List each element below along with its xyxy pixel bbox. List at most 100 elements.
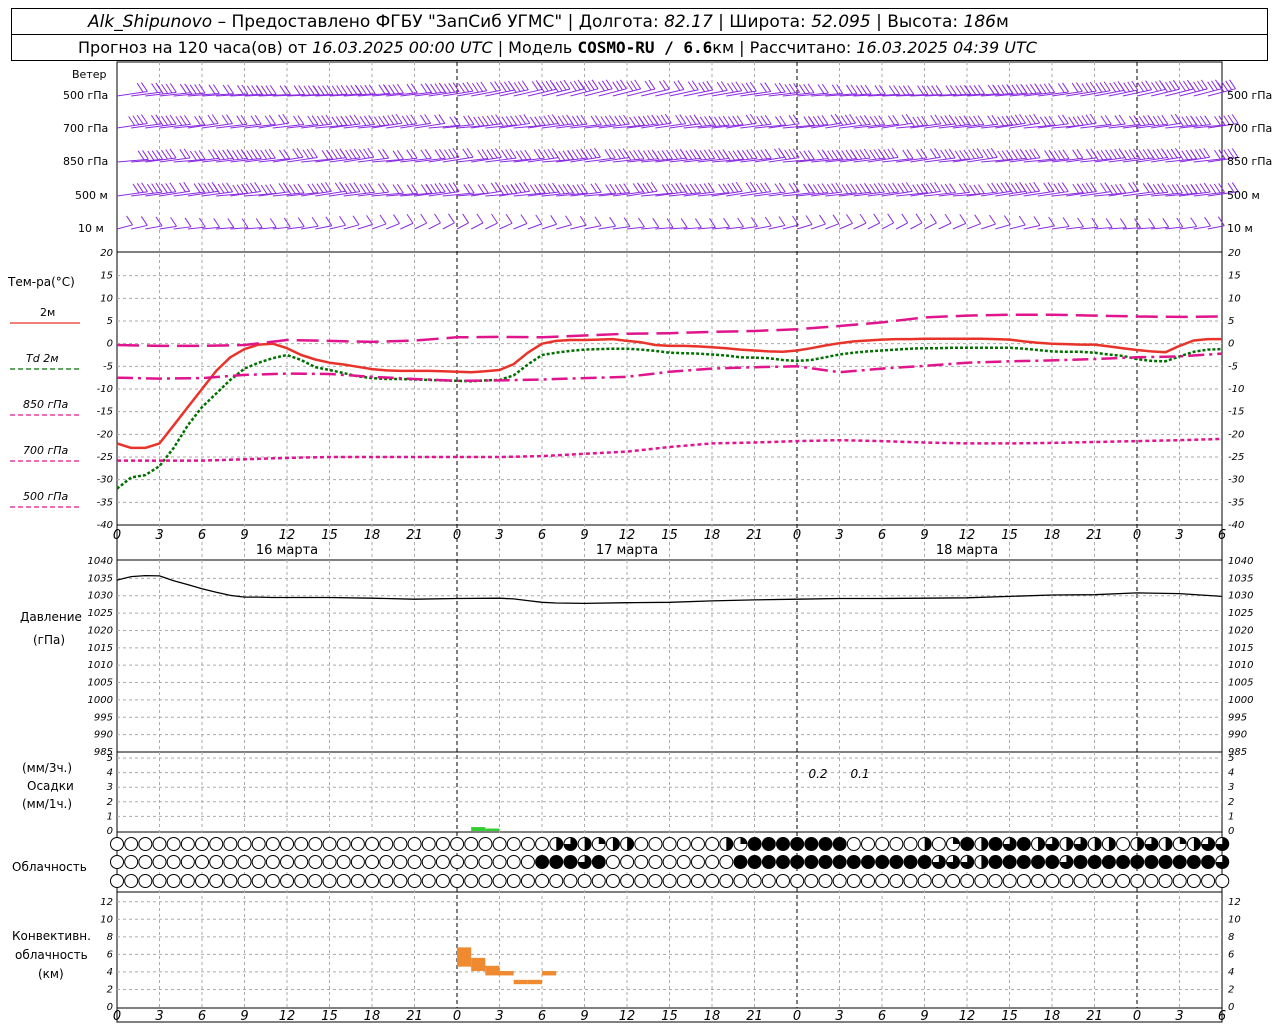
cloud-circle xyxy=(350,837,365,851)
barb-staff xyxy=(428,222,441,230)
cloud-fill xyxy=(592,855,606,869)
cloud-icon xyxy=(393,837,408,851)
cloud-icon xyxy=(747,855,762,869)
barb-feather xyxy=(873,213,881,224)
cloud-icon xyxy=(974,874,989,888)
wind-barb xyxy=(159,217,177,230)
cloud-fill xyxy=(804,837,818,851)
bottom-xtick: 15 xyxy=(321,1009,338,1024)
cloud-circle xyxy=(1073,874,1088,888)
wind-barb xyxy=(1151,148,1182,163)
cloud-icon xyxy=(563,874,578,888)
wind-label: Ветер xyxy=(72,68,107,81)
barb-staff xyxy=(938,222,952,230)
cloud-circle xyxy=(662,837,677,851)
temp-ytick-left: -30 xyxy=(97,475,113,486)
cloud-icon xyxy=(138,874,153,888)
barb-feather xyxy=(393,214,400,224)
cloud-icon xyxy=(209,874,224,888)
barb-feather xyxy=(1119,218,1127,228)
cloud-circle xyxy=(379,855,394,869)
wind-barb xyxy=(499,181,531,197)
cloud-circle xyxy=(308,855,323,869)
cloud-fill xyxy=(598,837,606,844)
cloud-icon xyxy=(180,837,195,851)
cloud-icon xyxy=(960,837,975,851)
cloud-circle xyxy=(889,874,904,888)
barb-feather xyxy=(535,214,543,225)
cloud-circle xyxy=(421,874,436,888)
cloud-icon xyxy=(308,837,323,851)
temp-xtick: 15 xyxy=(321,528,338,543)
barb-staff xyxy=(485,222,498,230)
wind-barb xyxy=(881,213,895,230)
cloud-circle xyxy=(308,874,323,888)
wind-level-850hpa-right: 850 гПа xyxy=(1227,155,1273,168)
cloud-circle xyxy=(1002,874,1017,888)
cloud-circle xyxy=(535,874,550,888)
cloud-icon xyxy=(676,837,691,851)
cloud-icon xyxy=(846,855,861,869)
wind-barb xyxy=(556,215,572,230)
cloud-icon xyxy=(1031,874,1046,888)
precip-annotation: 0.1 xyxy=(850,767,869,781)
barb-feather xyxy=(1105,218,1113,228)
cloud-icon xyxy=(903,874,918,888)
barb-feather xyxy=(352,215,360,226)
temp-xtick: 18 xyxy=(704,528,721,543)
cloud-fill xyxy=(847,855,861,869)
cloud-icon xyxy=(790,874,805,888)
cloud-fill xyxy=(1130,855,1144,869)
cloud-icon xyxy=(1144,874,1159,888)
cloud-fill xyxy=(726,837,733,851)
conv-ytick-left: 0 xyxy=(107,1002,113,1013)
wind-barb xyxy=(145,114,177,129)
cloud-circle xyxy=(180,874,195,888)
press-ytick-left: 1035 xyxy=(88,573,113,584)
precip-ytick-right: 4 xyxy=(1228,768,1234,779)
cloud-circle xyxy=(861,874,876,888)
precip-ytick-left: 0 xyxy=(107,826,113,837)
cloud-fill xyxy=(740,837,747,844)
cloud-icon xyxy=(676,874,691,888)
cloud-fill xyxy=(762,855,776,869)
temp-ytick-left: -20 xyxy=(97,429,113,440)
wind-level-500hpa: 500 гПа xyxy=(63,89,109,102)
wind-barb xyxy=(385,214,400,230)
bottom-xtick: 12 xyxy=(279,1009,296,1024)
barb-feather xyxy=(184,217,192,228)
cloud-icon xyxy=(1073,855,1088,869)
wind-barb xyxy=(570,215,587,230)
cloud-icon xyxy=(1172,874,1187,888)
barb-feather xyxy=(944,213,952,224)
temp-xtick: 21 xyxy=(746,528,763,543)
wind-barb xyxy=(584,216,602,230)
cloud-fill xyxy=(889,855,903,869)
cloud-fill xyxy=(790,837,804,851)
cloud-icon xyxy=(917,837,932,851)
cloud-fill xyxy=(1045,855,1059,869)
cloud-fill xyxy=(861,855,875,869)
cloud-circle xyxy=(209,855,224,869)
cloud-circle xyxy=(237,837,252,851)
barb-feather xyxy=(805,215,813,225)
cloud-icon xyxy=(379,874,394,888)
cloud-icon xyxy=(889,874,904,888)
cloud-icon xyxy=(648,855,663,869)
cloud-circle xyxy=(903,837,918,851)
barb-feather xyxy=(694,218,702,228)
barb-feather xyxy=(959,214,967,224)
cloud-icon xyxy=(1215,855,1230,869)
cloud-circle xyxy=(138,874,153,888)
cloud-fill xyxy=(556,837,563,851)
cloud-icon xyxy=(761,855,776,869)
cloud-circle xyxy=(946,874,961,888)
cloud-circle xyxy=(1059,874,1074,888)
cloud-fill xyxy=(960,837,974,851)
temp-xtick: 9 xyxy=(920,528,928,543)
cloud-circle xyxy=(152,837,167,851)
wind-barb xyxy=(1009,215,1026,230)
conv-bar xyxy=(471,957,486,972)
precip-label-2: Осадки xyxy=(27,779,74,793)
cloud-fill xyxy=(776,837,790,851)
